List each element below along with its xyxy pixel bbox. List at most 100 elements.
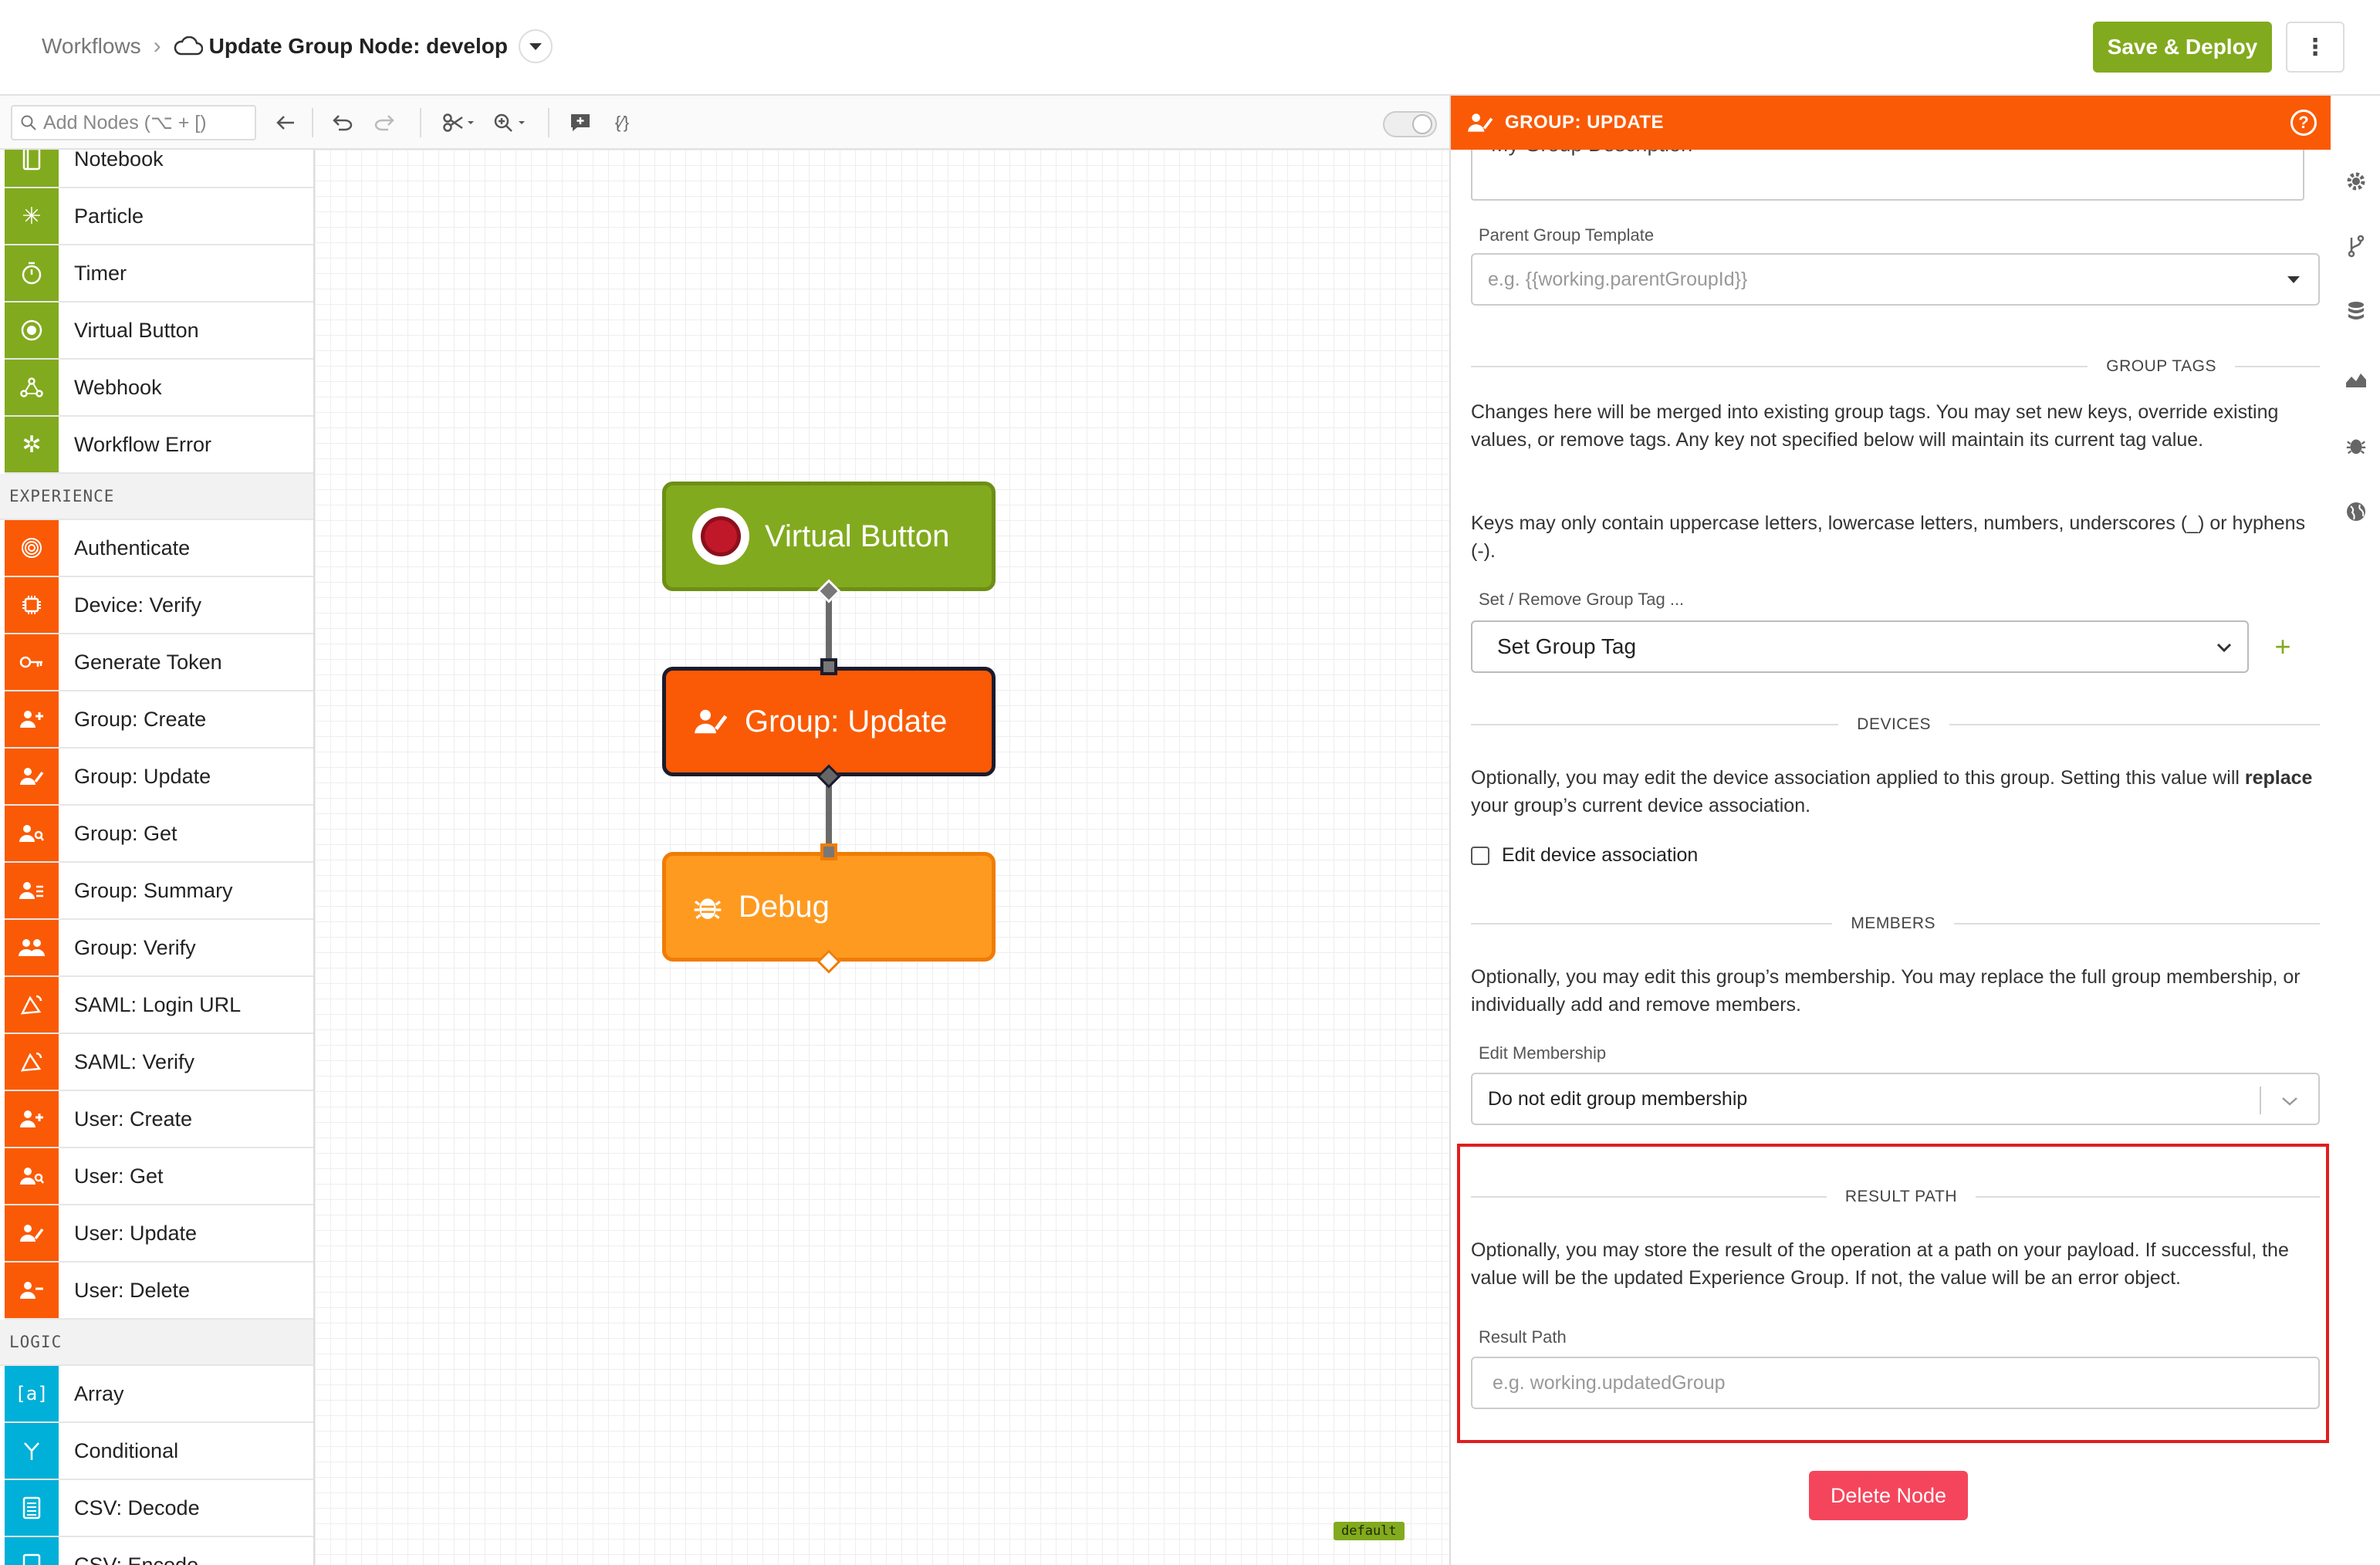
notebook-icon xyxy=(5,150,59,187)
category-experience[interactable]: EXPERIENCE xyxy=(0,474,313,520)
palette-item-particle[interactable]: ✳ Particle xyxy=(5,188,313,245)
palette-item-virtual-button[interactable]: Virtual Button xyxy=(5,303,313,360)
chevron-down-icon xyxy=(2282,1097,2297,1106)
palette-item-user-update[interactable]: User: Update xyxy=(5,1205,313,1262)
palette-item-notebook[interactable]: Notebook xyxy=(5,150,313,188)
virtual-button-record-icon[interactable] xyxy=(692,508,749,565)
palette-item-user-delete[interactable]: User: Delete xyxy=(5,1262,313,1320)
input-port[interactable] xyxy=(820,658,837,675)
search-icon xyxy=(21,115,36,130)
input-port[interactable] xyxy=(820,843,837,860)
delete-node-button[interactable]: Delete Node xyxy=(1809,1471,1968,1520)
palette-item-user-get[interactable]: User: Get xyxy=(5,1148,313,1205)
conditional-icon xyxy=(5,1423,59,1479)
result-path-input[interactable]: e.g. working.updatedGroup xyxy=(1471,1357,2320,1409)
palette-item-webhook[interactable]: Webhook xyxy=(5,360,313,417)
help-icon[interactable]: ? xyxy=(2290,110,2317,136)
palette-item-label: Webhook xyxy=(74,375,162,399)
virtual-button-icon xyxy=(5,303,59,358)
workflow-node-debug[interactable]: Debug xyxy=(662,852,996,962)
palette-item-label: User: Get xyxy=(74,1164,164,1188)
palette-item-group-update[interactable]: Group: Update xyxy=(5,749,313,806)
more-options-button[interactable]: ⋮ xyxy=(2286,22,2345,73)
palette-item-group-get[interactable]: Group: Get xyxy=(5,806,313,863)
description-textarea[interactable]: My Group Description xyxy=(1471,150,2304,201)
toolbar-divider xyxy=(420,108,421,137)
expression-icon[interactable]: {⁄} xyxy=(605,106,639,139)
parent-group-select[interactable]: e.g. {{working.parentGroupId}} xyxy=(1471,253,2320,306)
scissors-icon[interactable] xyxy=(437,106,483,139)
palette-item-generate-token[interactable]: Generate Token xyxy=(5,634,313,691)
membership-select[interactable]: Do not edit group membership xyxy=(1471,1073,2320,1125)
devices-help-text: Optionally, you may edit the device asso… xyxy=(1471,767,2313,816)
redo-icon[interactable] xyxy=(367,106,401,139)
toolbar-divider xyxy=(548,108,549,137)
palette-item-label: Notebook xyxy=(74,150,164,171)
database-icon[interactable] xyxy=(2345,301,2368,324)
add-nodes-search-input[interactable]: Add Nodes (⌥ + [) xyxy=(11,105,256,140)
checkbox-label: Edit device association xyxy=(1502,844,1699,866)
group-search-icon xyxy=(5,806,59,861)
palette-item-device-verify[interactable]: Device: Verify xyxy=(5,577,313,634)
breadcrumb: Workflows › Update Group Node: develop xyxy=(42,29,553,63)
palette-item-label: SAML: Verify xyxy=(74,1050,195,1073)
group-tags-keys-text: Keys may only contain uppercase letters,… xyxy=(1471,512,2306,562)
select-separator xyxy=(2260,1087,2261,1114)
palette-item-label: User: Update xyxy=(74,1221,198,1245)
add-comment-icon[interactable] xyxy=(563,106,597,139)
key-icon xyxy=(5,634,59,690)
breadcrumb-workflows-link[interactable]: Workflows xyxy=(42,34,141,59)
group-tags-divider: GROUP TAGS xyxy=(1471,355,2320,378)
undo-icon[interactable] xyxy=(326,106,360,139)
palette-item-array[interactable]: [a] Array xyxy=(5,1366,313,1423)
palette-item-workflow-error[interactable]: ✲ Workflow Error xyxy=(5,417,313,474)
section-heading: GROUP TAGS xyxy=(2106,357,2216,375)
edit-device-association-checkbox[interactable]: Edit device association xyxy=(1471,844,1698,867)
workflow-node-group-update[interactable]: Group: Update xyxy=(662,667,996,776)
palette-item-group-summary[interactable]: Group: Summary xyxy=(5,863,313,920)
palette-item-authenticate[interactable]: Authenticate xyxy=(5,520,313,577)
palette-item-label: Timer xyxy=(74,261,127,285)
toolbar-divider xyxy=(312,108,313,137)
zoom-icon[interactable] xyxy=(488,106,534,139)
add-tag-button[interactable]: + xyxy=(2267,630,2298,662)
workflow-node-label: Virtual Button xyxy=(765,519,950,553)
palette-item-saml-verify[interactable]: SAML: Verify xyxy=(5,1034,313,1091)
version-dropdown-button[interactable] xyxy=(518,29,553,63)
palette-item-timer[interactable]: Timer xyxy=(5,245,313,303)
save-deploy-button[interactable]: Save & Deploy xyxy=(2093,22,2272,73)
palette-item-user-create[interactable]: User: Create xyxy=(5,1091,313,1148)
palette-item-csv-decode[interactable]: CSV: Decode xyxy=(5,1480,313,1537)
palette-item-label: Array xyxy=(74,1381,124,1405)
palette-item-label: Group: Update xyxy=(74,764,211,788)
tag-action-value: Set Group Tag xyxy=(1497,634,1637,658)
branch-icon[interactable] xyxy=(2345,235,2368,258)
csv-encode-icon xyxy=(5,1537,59,1565)
globe-icon[interactable] xyxy=(2345,500,2368,523)
group-edit-icon xyxy=(5,749,59,804)
checkbox[interactable] xyxy=(1471,846,1489,865)
collapse-sidebar-icon[interactable] xyxy=(269,106,303,139)
bug-icon[interactable] xyxy=(2345,434,2368,457)
palette-item-saml-login-url[interactable]: SAML: Login URL xyxy=(5,977,313,1034)
live-stream-toggle[interactable] xyxy=(1383,111,1437,137)
saml-icon xyxy=(5,977,59,1033)
workflow-node-virtual-button[interactable]: Virtual Button xyxy=(662,482,996,591)
area-chart-icon[interactable] xyxy=(2345,367,2368,390)
user-add-icon xyxy=(5,1091,59,1147)
palette-item-group-verify[interactable]: Group: Verify xyxy=(5,920,313,977)
workflow-canvas[interactable]: Virtual Button Group: Update Debug defau… xyxy=(315,150,1449,1565)
user-search-icon xyxy=(5,1148,59,1204)
palette-item-csv-encode[interactable]: CSV: Encode xyxy=(5,1537,313,1565)
members-divider: MEMBERS xyxy=(1471,912,2320,935)
timer-icon xyxy=(5,245,59,301)
category-logic[interactable]: LOGIC xyxy=(0,1320,313,1366)
group-verify-icon xyxy=(5,920,59,975)
tag-action-select[interactable]: Set Group Tag xyxy=(1471,620,2249,673)
top-bar: Workflows › Update Group Node: develop S… xyxy=(0,0,2380,96)
palette-item-group-create[interactable]: Group: Create xyxy=(5,691,313,749)
gear-icon[interactable] xyxy=(2345,170,2368,193)
palette-item-label: User: Delete xyxy=(74,1278,191,1302)
palette-item-conditional[interactable]: Conditional xyxy=(5,1423,313,1480)
membership-label: Edit Membership xyxy=(1479,1043,1607,1063)
